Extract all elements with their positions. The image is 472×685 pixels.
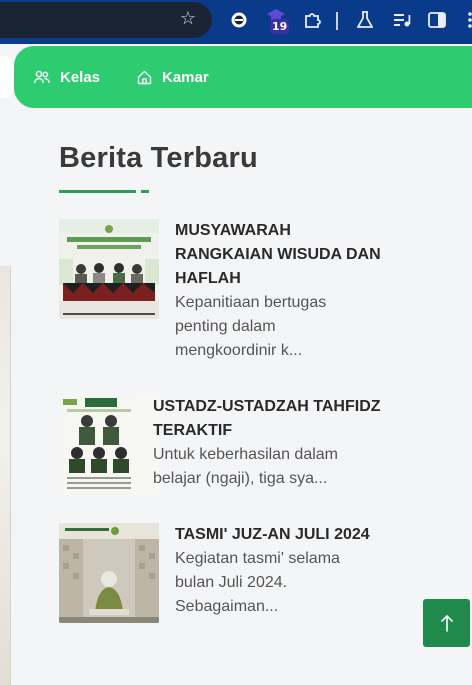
more-vert-icon[interactable] xyxy=(460,10,472,30)
news-title[interactable]: TASMI' JUZ-AN JULI 2024 xyxy=(175,523,375,547)
extension-badge: 19 xyxy=(270,19,290,34)
browser-toolbar: ☆ 19 xyxy=(0,0,472,44)
nav-item-kamar[interactable]: Kamar xyxy=(137,66,209,88)
title-underline xyxy=(59,190,136,193)
arrow-up-icon xyxy=(440,615,453,632)
news-thumbnail[interactable] xyxy=(59,395,159,495)
hero-image-edge xyxy=(0,266,11,685)
news-excerpt: Kegiatan tasmi' selama bulan Juli 2024. … xyxy=(175,550,340,615)
toolbar-divider xyxy=(336,12,338,30)
news-excerpt: Kepanitiaan bertugas penting dalam mengk… xyxy=(175,294,327,359)
title-underline-dot xyxy=(141,190,149,193)
side-panel-icon[interactable] xyxy=(427,10,447,30)
nav-item-kamar-label: Kamar xyxy=(162,68,209,86)
news-title[interactable]: MUSYAWARAH RANGKAIAN WISUDA DAN HAFLAH xyxy=(175,219,385,291)
star-icon[interactable]: ☆ xyxy=(178,9,198,29)
back-to-top-button[interactable] xyxy=(423,599,470,647)
news-title[interactable]: USTADZ-USTADZAH TAHFIDZ TERAKTIF xyxy=(153,395,383,443)
home-icon xyxy=(137,70,152,84)
section-title: Berita Terbaru xyxy=(59,142,258,174)
nav-left-tab[interactable] xyxy=(0,56,14,98)
news-thumbnail[interactable] xyxy=(59,219,159,319)
puzzle-icon[interactable] xyxy=(302,10,322,30)
nav-item-kelas[interactable]: Kelas xyxy=(34,66,100,88)
users-icon xyxy=(34,70,50,84)
nav-item-kelas-label: Kelas xyxy=(60,68,101,86)
news-thumbnail[interactable] xyxy=(59,523,159,623)
circle-ext-icon[interactable] xyxy=(229,10,249,30)
media-list-icon[interactable] xyxy=(392,10,412,30)
news-excerpt: Untuk keberhasilan dalam belajar (ngaji)… xyxy=(153,446,338,487)
flask-icon[interactable] xyxy=(355,10,375,30)
